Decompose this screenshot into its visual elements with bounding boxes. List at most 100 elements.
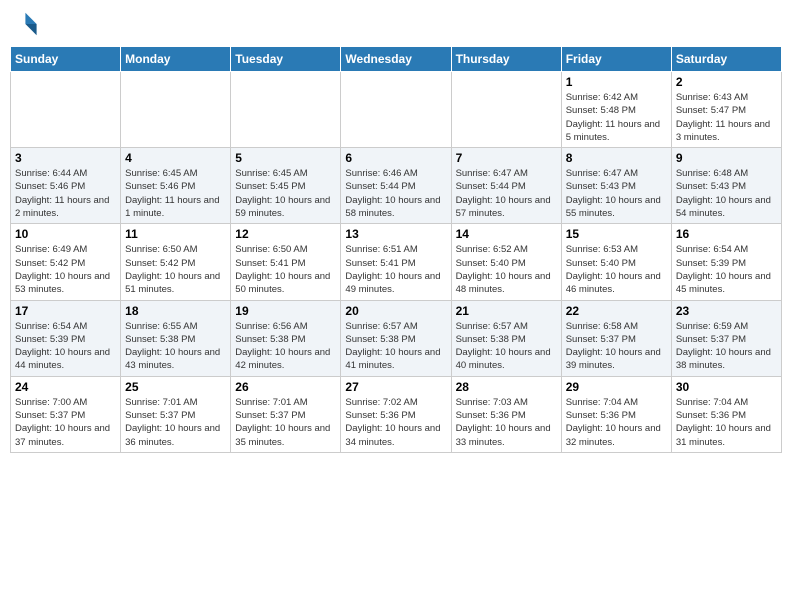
calendar-day-cell: 22 Sunrise: 6:58 AM Sunset: 5:37 PM Dayli… <box>561 300 671 376</box>
day-number: 14 <box>456 227 557 241</box>
calendar-table: SundayMondayTuesdayWednesdayThursdayFrid… <box>10 46 782 453</box>
calendar-day-cell: 14 Sunrise: 6:52 AM Sunset: 5:40 PM Dayli… <box>451 224 561 300</box>
weekday-header-cell: Sunday <box>11 47 121 72</box>
logo-icon <box>10 10 38 38</box>
calendar-week-row: 17 Sunrise: 6:54 AM Sunset: 5:39 PM Dayli… <box>11 300 782 376</box>
calendar-day-cell <box>231 72 341 148</box>
calendar-day-cell: 25 Sunrise: 7:01 AM Sunset: 5:37 PM Dayli… <box>121 376 231 452</box>
calendar-week-row: 1 Sunrise: 6:42 AM Sunset: 5:48 PM Daylig… <box>11 72 782 148</box>
day-number: 25 <box>125 380 226 394</box>
day-number: 24 <box>15 380 116 394</box>
day-info: Sunrise: 6:59 AM Sunset: 5:37 PM Dayligh… <box>676 320 777 373</box>
day-info: Sunrise: 6:46 AM Sunset: 5:44 PM Dayligh… <box>345 167 446 220</box>
calendar-body: 1 Sunrise: 6:42 AM Sunset: 5:48 PM Daylig… <box>11 72 782 453</box>
calendar-day-cell: 24 Sunrise: 7:00 AM Sunset: 5:37 PM Dayli… <box>11 376 121 452</box>
calendar-day-cell <box>121 72 231 148</box>
day-number: 15 <box>566 227 667 241</box>
calendar-day-cell: 3Sunrise: 6:44 AM Sunset: 5:46 PM Daylig… <box>11 148 121 224</box>
day-info: Sunrise: 7:04 AM Sunset: 5:36 PM Dayligh… <box>676 396 777 449</box>
calendar-day-cell: 23Sunrise: 6:59 AM Sunset: 5:37 PM Dayli… <box>671 300 781 376</box>
day-info: Sunrise: 6:56 AM Sunset: 5:38 PM Dayligh… <box>235 320 336 373</box>
day-info: Sunrise: 7:03 AM Sunset: 5:36 PM Dayligh… <box>456 396 557 449</box>
calendar-day-cell <box>341 72 451 148</box>
day-info: Sunrise: 7:00 AM Sunset: 5:37 PM Dayligh… <box>15 396 116 449</box>
day-info: Sunrise: 6:45 AM Sunset: 5:45 PM Dayligh… <box>235 167 336 220</box>
day-number: 18 <box>125 304 226 318</box>
day-info: Sunrise: 6:45 AM Sunset: 5:46 PM Dayligh… <box>125 167 226 220</box>
day-number: 21 <box>456 304 557 318</box>
calendar-week-row: 10 Sunrise: 6:49 AM Sunset: 5:42 PM Dayli… <box>11 224 782 300</box>
day-number: 17 <box>15 304 116 318</box>
calendar-day-cell: 10 Sunrise: 6:49 AM Sunset: 5:42 PM Dayli… <box>11 224 121 300</box>
day-number: 13 <box>345 227 446 241</box>
calendar-week-row: 24 Sunrise: 7:00 AM Sunset: 5:37 PM Dayli… <box>11 376 782 452</box>
calendar-day-cell: 20Sunrise: 6:57 AM Sunset: 5:38 PM Dayli… <box>341 300 451 376</box>
day-info: Sunrise: 6:58 AM Sunset: 5:37 PM Dayligh… <box>566 320 667 373</box>
day-info: Sunrise: 6:50 AM Sunset: 5:41 PM Dayligh… <box>235 243 336 296</box>
calendar-day-cell: 27Sunrise: 7:02 AM Sunset: 5:36 PM Dayli… <box>341 376 451 452</box>
day-number: 12 <box>235 227 336 241</box>
calendar-day-cell <box>451 72 561 148</box>
day-info: Sunrise: 6:57 AM Sunset: 5:38 PM Dayligh… <box>456 320 557 373</box>
day-number: 2 <box>676 75 777 89</box>
weekday-header-cell: Saturday <box>671 47 781 72</box>
day-info: Sunrise: 6:44 AM Sunset: 5:46 PM Dayligh… <box>15 167 116 220</box>
day-info: Sunrise: 6:55 AM Sunset: 5:38 PM Dayligh… <box>125 320 226 373</box>
day-info: Sunrise: 6:49 AM Sunset: 5:42 PM Dayligh… <box>15 243 116 296</box>
calendar-day-cell: 11 Sunrise: 6:50 AM Sunset: 5:42 PM Dayli… <box>121 224 231 300</box>
day-number: 10 <box>15 227 116 241</box>
calendar-day-cell: 4 Sunrise: 6:45 AM Sunset: 5:46 PM Daylig… <box>121 148 231 224</box>
day-number: 28 <box>456 380 557 394</box>
calendar-day-cell: 12 Sunrise: 6:50 AM Sunset: 5:41 PM Dayli… <box>231 224 341 300</box>
calendar-day-cell: 6 Sunrise: 6:46 AM Sunset: 5:44 PM Daylig… <box>341 148 451 224</box>
day-number: 22 <box>566 304 667 318</box>
calendar-day-cell: 9 Sunrise: 6:48 AM Sunset: 5:43 PM Daylig… <box>671 148 781 224</box>
day-number: 5 <box>235 151 336 165</box>
day-info: Sunrise: 6:53 AM Sunset: 5:40 PM Dayligh… <box>566 243 667 296</box>
calendar-day-cell: 26 Sunrise: 7:01 AM Sunset: 5:37 PM Dayli… <box>231 376 341 452</box>
weekday-header-cell: Thursday <box>451 47 561 72</box>
header <box>10 10 782 38</box>
calendar-day-cell: 1 Sunrise: 6:42 AM Sunset: 5:48 PM Daylig… <box>561 72 671 148</box>
day-number: 4 <box>125 151 226 165</box>
day-number: 11 <box>125 227 226 241</box>
day-info: Sunrise: 6:57 AM Sunset: 5:38 PM Dayligh… <box>345 320 446 373</box>
weekday-header-cell: Tuesday <box>231 47 341 72</box>
calendar-day-cell: 15 Sunrise: 6:53 AM Sunset: 5:40 PM Dayli… <box>561 224 671 300</box>
day-number: 19 <box>235 304 336 318</box>
day-info: Sunrise: 6:43 AM Sunset: 5:47 PM Dayligh… <box>676 91 777 144</box>
calendar-week-row: 3Sunrise: 6:44 AM Sunset: 5:46 PM Daylig… <box>11 148 782 224</box>
calendar-day-cell: 8Sunrise: 6:47 AM Sunset: 5:43 PM Daylig… <box>561 148 671 224</box>
day-info: Sunrise: 6:47 AM Sunset: 5:43 PM Dayligh… <box>566 167 667 220</box>
day-info: Sunrise: 6:51 AM Sunset: 5:41 PM Dayligh… <box>345 243 446 296</box>
weekday-header-row: SundayMondayTuesdayWednesdayThursdayFrid… <box>11 47 782 72</box>
day-number: 6 <box>345 151 446 165</box>
calendar-day-cell: 7 Sunrise: 6:47 AM Sunset: 5:44 PM Daylig… <box>451 148 561 224</box>
calendar-day-cell <box>11 72 121 148</box>
day-info: Sunrise: 7:01 AM Sunset: 5:37 PM Dayligh… <box>125 396 226 449</box>
day-info: Sunrise: 6:48 AM Sunset: 5:43 PM Dayligh… <box>676 167 777 220</box>
day-info: Sunrise: 6:42 AM Sunset: 5:48 PM Dayligh… <box>566 91 667 144</box>
day-info: Sunrise: 6:54 AM Sunset: 5:39 PM Dayligh… <box>15 320 116 373</box>
day-info: Sunrise: 6:47 AM Sunset: 5:44 PM Dayligh… <box>456 167 557 220</box>
day-number: 9 <box>676 151 777 165</box>
day-info: Sunrise: 6:54 AM Sunset: 5:39 PM Dayligh… <box>676 243 777 296</box>
day-number: 7 <box>456 151 557 165</box>
calendar-day-cell: 29 Sunrise: 7:04 AM Sunset: 5:36 PM Dayli… <box>561 376 671 452</box>
weekday-header-cell: Wednesday <box>341 47 451 72</box>
day-info: Sunrise: 6:52 AM Sunset: 5:40 PM Dayligh… <box>456 243 557 296</box>
calendar-day-cell: 13 Sunrise: 6:51 AM Sunset: 5:41 PM Dayli… <box>341 224 451 300</box>
weekday-header-cell: Friday <box>561 47 671 72</box>
calendar-day-cell: 17 Sunrise: 6:54 AM Sunset: 5:39 PM Dayli… <box>11 300 121 376</box>
day-number: 1 <box>566 75 667 89</box>
day-info: Sunrise: 7:01 AM Sunset: 5:37 PM Dayligh… <box>235 396 336 449</box>
calendar-day-cell: 28 Sunrise: 7:03 AM Sunset: 5:36 PM Dayli… <box>451 376 561 452</box>
day-info: Sunrise: 6:50 AM Sunset: 5:42 PM Dayligh… <box>125 243 226 296</box>
day-number: 26 <box>235 380 336 394</box>
day-number: 29 <box>566 380 667 394</box>
calendar-day-cell: 30 Sunrise: 7:04 AM Sunset: 5:36 PM Dayli… <box>671 376 781 452</box>
calendar-day-cell: 18 Sunrise: 6:55 AM Sunset: 5:38 PM Dayli… <box>121 300 231 376</box>
day-info: Sunrise: 7:04 AM Sunset: 5:36 PM Dayligh… <box>566 396 667 449</box>
day-number: 27 <box>345 380 446 394</box>
day-number: 30 <box>676 380 777 394</box>
